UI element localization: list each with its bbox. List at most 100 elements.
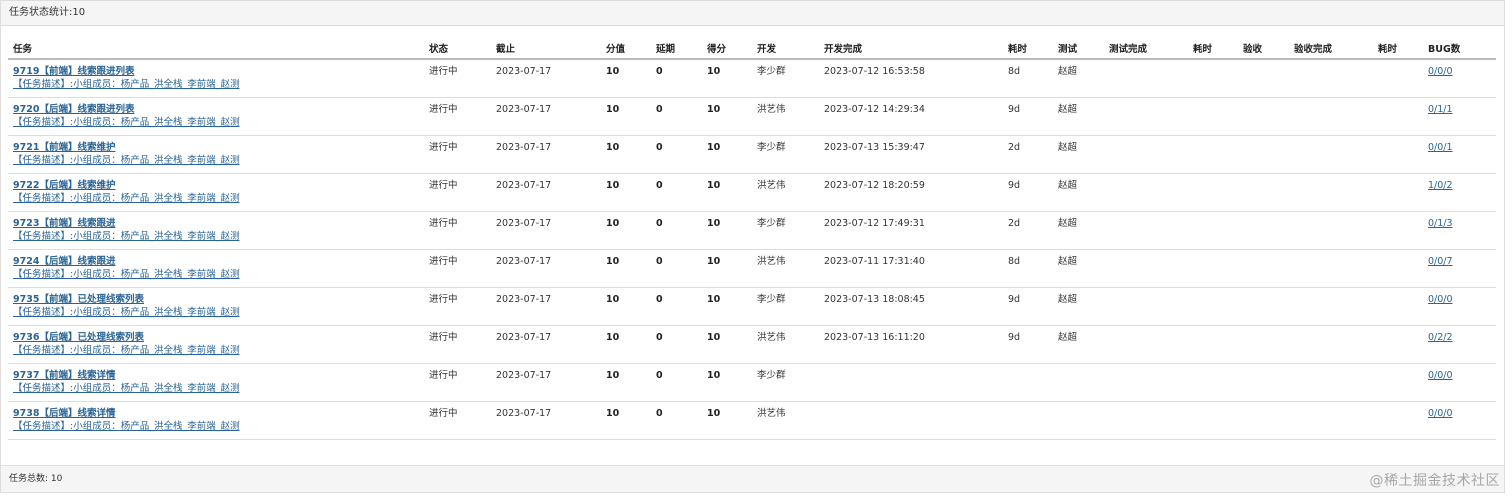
task-title-link[interactable]: 9735【前端】已处理线索列表 bbox=[13, 293, 424, 306]
task-desc-link[interactable]: 【任务描述】:小组成员：杨产品_洪全栈_李前端_赵测 bbox=[13, 230, 424, 243]
test-done-cell bbox=[1104, 287, 1188, 326]
dev-done-cell: 2023-07-12 17:49:31 bbox=[819, 211, 1003, 250]
col-header-points: 得分 bbox=[702, 37, 752, 60]
deadline-cell: 2023-07-17 bbox=[491, 97, 601, 136]
bug-count-link[interactable]: 0/0/0 bbox=[1428, 66, 1453, 77]
task-title-link[interactable]: 9720【后端】线索跟进列表 bbox=[13, 103, 424, 116]
test-done-cell bbox=[1104, 249, 1188, 288]
task-table: 任务 状态 截止 分值 延期 得分 开发 开发完成 耗时 测试 测试完成 耗时 … bbox=[8, 37, 1496, 440]
developer-cell: 洪艺伟 bbox=[752, 173, 819, 212]
tester-cell: 赵超 bbox=[1053, 97, 1104, 136]
panel-title: 任务状态统计:10 bbox=[9, 7, 86, 18]
score-cell: 10 bbox=[601, 211, 651, 250]
bug-count-link[interactable]: 0/0/0 bbox=[1428, 370, 1453, 381]
task-title-link[interactable]: 9723【前端】线索跟进 bbox=[13, 217, 424, 230]
task-cell: 9738【后端】线索详情 【任务描述】:小组成员：杨产品_洪全栈_李前端_赵测 bbox=[8, 401, 424, 440]
task-title-link[interactable]: 9736【后端】已处理线索列表 bbox=[13, 331, 424, 344]
task-desc-link[interactable]: 【任务描述】:小组成员：杨产品_洪全栈_李前端_赵测 bbox=[13, 192, 424, 205]
task-title-link[interactable]: 9722【后端】线索维护 bbox=[13, 179, 424, 192]
accept-done-cell bbox=[1289, 211, 1373, 250]
test-done-cell bbox=[1104, 211, 1188, 250]
dev-done-cell bbox=[819, 401, 1003, 440]
task-desc-link[interactable]: 【任务描述】:小组成员：杨产品_洪全栈_李前端_赵测 bbox=[13, 382, 424, 395]
points-cell: 10 bbox=[702, 59, 752, 98]
accept-time-cell bbox=[1373, 401, 1423, 440]
status-cell: 进行中 bbox=[424, 211, 491, 250]
bug-count-link[interactable]: 0/1/1 bbox=[1428, 104, 1453, 115]
bug-count-link[interactable]: 0/0/0 bbox=[1428, 408, 1453, 419]
accept-time-cell bbox=[1373, 211, 1423, 250]
col-header-accept-time: 耗时 bbox=[1373, 37, 1423, 60]
points-cell: 10 bbox=[702, 249, 752, 288]
accept-done-cell bbox=[1289, 97, 1373, 136]
table-row: 9724【后端】线索跟进 【任务描述】:小组成员：杨产品_洪全栈_李前端_赵测 进行… bbox=[8, 249, 1496, 288]
bug-count-link[interactable]: 0/0/0 bbox=[1428, 294, 1453, 305]
task-desc-link[interactable]: 【任务描述】:小组成员：杨产品_洪全栈_李前端_赵测 bbox=[13, 420, 424, 433]
delay-cell: 0 bbox=[651, 97, 702, 136]
test-time-cell bbox=[1188, 363, 1238, 402]
col-header-score: 分值 bbox=[601, 37, 651, 60]
accept-done-cell bbox=[1289, 173, 1373, 212]
developer-cell: 李少群 bbox=[752, 211, 819, 250]
task-desc-link[interactable]: 【任务描述】:小组成员：杨产品_洪全栈_李前端_赵测 bbox=[13, 116, 424, 129]
delay-cell: 0 bbox=[651, 59, 702, 98]
tester-cell: 赵超 bbox=[1053, 249, 1104, 288]
dev-done-cell: 2023-07-13 15:39:47 bbox=[819, 135, 1003, 174]
bug-count-link[interactable]: 0/0/7 bbox=[1428, 256, 1453, 267]
points-cell: 10 bbox=[702, 401, 752, 440]
dev-done-cell bbox=[819, 363, 1003, 402]
test-done-cell bbox=[1104, 97, 1188, 136]
task-desc-link[interactable]: 【任务描述】:小组成员：杨产品_洪全栈_李前端_赵测 bbox=[13, 154, 424, 167]
dev-done-cell: 2023-07-12 14:29:34 bbox=[819, 97, 1003, 136]
bug-cell: 0/0/0 bbox=[1423, 401, 1496, 440]
bug-cell: 0/0/0 bbox=[1423, 363, 1496, 402]
status-cell: 进行中 bbox=[424, 363, 491, 402]
task-cell: 9736【后端】已处理线索列表 【任务描述】:小组成员：杨产品_洪全栈_李前端_赵… bbox=[8, 325, 424, 364]
task-title-link[interactable]: 9724【后端】线索跟进 bbox=[13, 255, 424, 268]
developer-cell: 李少群 bbox=[752, 363, 819, 402]
col-header-accept: 验收 bbox=[1238, 37, 1289, 60]
task-desc-link[interactable]: 【任务描述】:小组成员：杨产品_洪全栈_李前端_赵测 bbox=[13, 268, 424, 281]
test-time-cell bbox=[1188, 211, 1238, 250]
developer-cell: 李少群 bbox=[752, 135, 819, 174]
status-cell: 进行中 bbox=[424, 97, 491, 136]
test-time-cell bbox=[1188, 59, 1238, 98]
col-header-dev-done: 开发完成 bbox=[819, 37, 1003, 60]
task-title-link[interactable]: 9719【前端】线索跟进列表 bbox=[13, 65, 424, 78]
table-row: 9736【后端】已处理线索列表 【任务描述】:小组成员：杨产品_洪全栈_李前端_赵… bbox=[8, 325, 1496, 364]
test-time-cell bbox=[1188, 135, 1238, 174]
task-title-link[interactable]: 9737【前端】线索详情 bbox=[13, 369, 424, 382]
task-desc-link[interactable]: 【任务描述】:小组成员：杨产品_洪全栈_李前端_赵测 bbox=[13, 344, 424, 357]
task-cell: 9723【前端】线索跟进 【任务描述】:小组成员：杨产品_洪全栈_李前端_赵测 bbox=[8, 211, 424, 250]
task-title-link[interactable]: 9721【前端】线索维护 bbox=[13, 141, 424, 154]
accept-time-cell bbox=[1373, 173, 1423, 212]
bug-count-link[interactable]: 0/1/3 bbox=[1428, 218, 1453, 229]
bug-count-link[interactable]: 0/0/1 bbox=[1428, 142, 1453, 153]
accept-cell bbox=[1238, 135, 1289, 174]
accept-done-cell bbox=[1289, 325, 1373, 364]
deadline-cell: 2023-07-17 bbox=[491, 325, 601, 364]
bug-count-link[interactable]: 1/0/2 bbox=[1428, 180, 1453, 191]
accept-done-cell bbox=[1289, 59, 1373, 98]
accept-cell bbox=[1238, 249, 1289, 288]
dev-done-cell: 2023-07-11 17:31:40 bbox=[819, 249, 1003, 288]
col-header-dev: 开发 bbox=[752, 37, 819, 60]
dev-time-cell: 9d bbox=[1003, 97, 1053, 136]
bug-count-link[interactable]: 0/2/2 bbox=[1428, 332, 1453, 343]
score-cell: 10 bbox=[601, 249, 651, 288]
test-time-cell bbox=[1188, 287, 1238, 326]
task-title-link[interactable]: 9738【后端】线索详情 bbox=[13, 407, 424, 420]
col-header-accept-done: 验收完成 bbox=[1289, 37, 1373, 60]
accept-time-cell bbox=[1373, 325, 1423, 364]
test-done-cell bbox=[1104, 173, 1188, 212]
score-cell: 10 bbox=[601, 135, 651, 174]
accept-cell bbox=[1238, 211, 1289, 250]
delay-cell: 0 bbox=[651, 135, 702, 174]
panel-footer: 任务总数: 10 bbox=[1, 465, 1504, 492]
task-desc-link[interactable]: 【任务描述】:小组成员：杨产品_洪全栈_李前端_赵测 bbox=[13, 306, 424, 319]
task-desc-link[interactable]: 【任务描述】:小组成员：杨产品_洪全栈_李前端_赵测 bbox=[13, 78, 424, 91]
score-cell: 10 bbox=[601, 325, 651, 364]
col-header-test-time: 耗时 bbox=[1188, 37, 1238, 60]
score-cell: 10 bbox=[601, 287, 651, 326]
bug-cell: 0/2/2 bbox=[1423, 325, 1496, 364]
